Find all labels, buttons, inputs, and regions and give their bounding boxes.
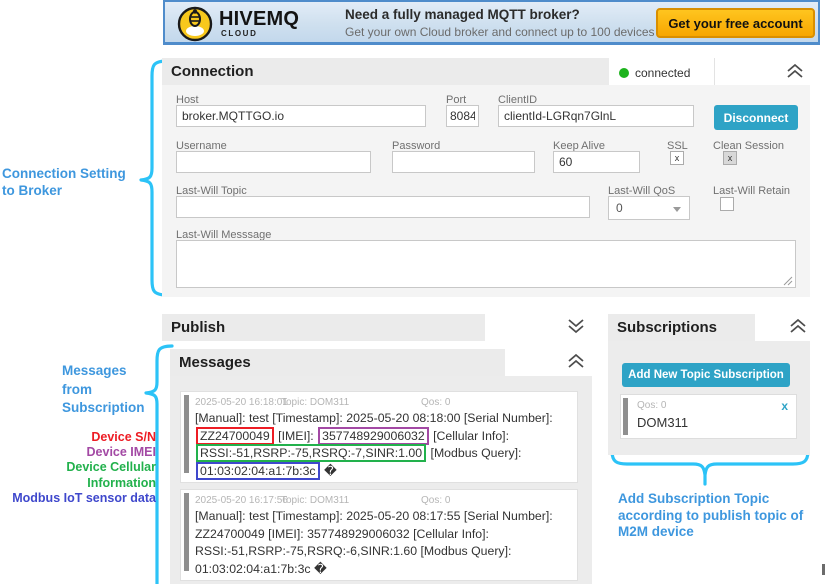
message-card: 2025-05-20 16:17:56Topic: DOM311Qos: 0[M… [180,489,578,581]
subscription-qos: Qos: 0 [637,400,666,411]
get-free-account-button[interactable]: Get your free account [656,8,815,38]
subscription-brace [612,451,808,484]
messages-header: Messages [170,349,505,376]
connected-dot-icon [619,68,629,78]
subscriptions-title: Subscriptions [608,314,717,341]
page: HIVEMQ CLOUD Need a fully managed MQTT b… [0,0,827,584]
clientid-input[interactable] [498,105,694,127]
dropdown-arrow-icon [673,207,681,212]
red-highlight-box: ZZ24700049 [196,427,274,445]
purple-highlight-box: 357748929006032 [318,427,429,445]
lastwill-retain-checkbox[interactable] [720,197,734,211]
clean-session-checkbox[interactable]: x [723,151,737,165]
connection-status-text: connected [635,66,690,80]
blue-highlight-box: 01:03:02:04:a1:7b:3c [196,462,320,480]
legend-line: Device S/N [0,430,156,445]
publish-title: Publish [162,314,225,341]
lastwill-qos-value: 0 [616,201,623,215]
host-input[interactable] [176,105,426,127]
remove-subscription-button[interactable]: x [781,399,788,413]
keepalive-input[interactable] [553,151,640,173]
subscriptions-header: Subscriptions [608,314,755,341]
connection-title: Connection [162,58,254,85]
brand-sub: CLOUD [221,29,257,38]
collapse-connection-icon[interactable] [786,63,804,79]
lastwill-topic-input[interactable] [176,196,590,218]
password-input[interactable] [392,151,535,173]
ssl-check-mark: x [675,153,680,163]
hivemq-banner: HIVEMQ CLOUD Need a fully managed MQTT b… [163,0,820,45]
brand-name: HIVEMQ [219,8,299,31]
legend-line: Modbus IoT sensor data [0,491,156,506]
legend-line: Device Cellular Information [0,460,156,490]
disconnect-button[interactable]: Disconnect [714,105,798,130]
lastwill-retain-label: Last-Will Retain [713,185,790,197]
subscription-item: Qos: 0 x DOM311 [620,394,797,439]
connection-status: connected [609,58,715,88]
green-highlight-box: RSSI:-51,RSRP:-75,RSRQ:-7,SINR:1.00 [196,444,426,462]
connection-header: Connection [162,58,609,85]
subscriptions-body: Add New Topic Subscription Qos: 0 x DOM3… [608,341,810,455]
messages-title: Messages [170,349,251,376]
lastwill-message-textarea[interactable] [176,240,796,288]
banner-subline: Get your own Cloud broker and connect up… [345,25,699,39]
collapse-subscriptions-icon[interactable] [789,318,807,334]
message-list: 2025-05-20 16:18:01Topic: DOM311Qos: 0[M… [170,376,592,584]
message-card: 2025-05-20 16:18:01Topic: DOM311Qos: 0[M… [180,391,578,483]
connection-body: Host Port ClientID Disconnect Username P… [162,85,810,297]
username-input[interactable] [176,151,371,173]
port-input[interactable] [446,105,479,127]
banner-headline: Need a fully managed MQTT broker? [345,7,580,22]
collapse-messages-icon[interactable] [567,353,585,369]
message-legend: Device S/NDevice IMEIDevice Cellular Inf… [0,430,156,506]
expand-publish-icon[interactable] [567,318,585,334]
messages-annotation: Messages from Subscription [62,362,145,418]
ssl-checkbox[interactable]: x [670,151,684,165]
add-subscription-button[interactable]: Add New Topic Subscription [622,363,790,387]
resize-grip-icon[interactable] [783,276,793,286]
publish-header: Publish [162,314,485,341]
subscription-topic: DOM311 [637,415,688,430]
hivemq-logo-icon [177,6,213,42]
connection-annotation: Connection Setting to Broker [2,165,152,199]
clean-session-check-mark: x [728,153,733,163]
legend-line: Device IMEI [0,445,156,460]
subscription-annotation: Add Subscription Topic according to publ… [618,491,827,541]
scrollbar-artifact [822,564,825,575]
lastwill-qos-select[interactable]: 0 [608,196,690,220]
